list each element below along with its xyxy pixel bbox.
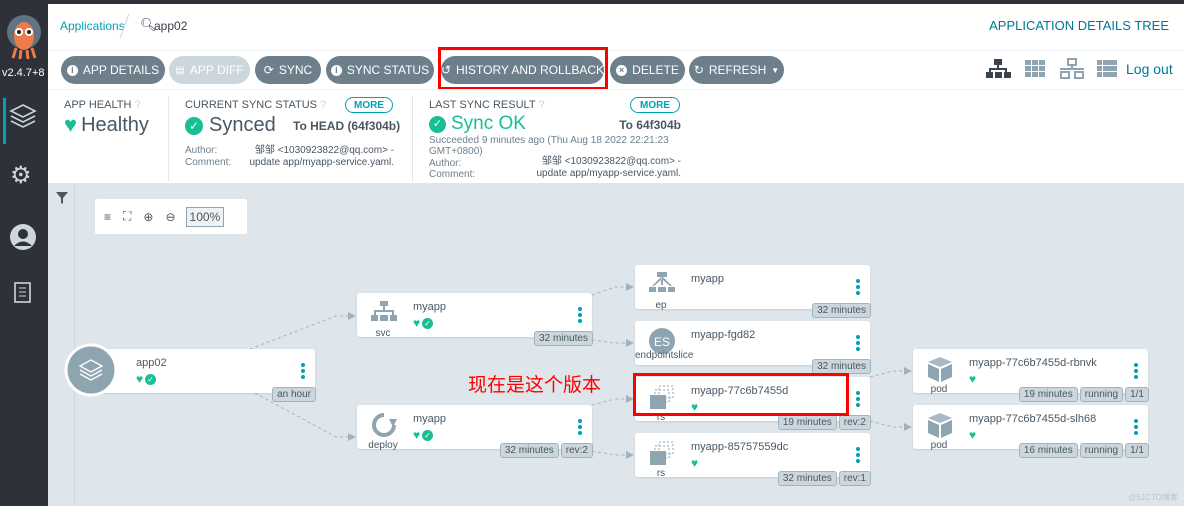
heart-icon: ♥ [136,372,144,386]
node-tag: 32 minutes [777,471,837,486]
node-status: ♥ ✓ [413,316,434,330]
node-tag: 16 minutes [1018,443,1078,458]
node-status: ♥ ✓ [413,428,434,442]
check-circle-icon: ✓ [422,317,434,329]
edge-svc-ep [591,283,634,296]
node-pod1[interactable]: pod myapp-77c6b7455d-rbnvk ♥ 19 minutes runn… [913,349,1149,402]
heart-icon: ♥ [413,428,421,442]
node-tag: running [1079,443,1124,458]
node-name: myapp-fgd82 [691,329,756,341]
node-kind: pod [930,440,948,451]
node-tag: 19 minutes [1018,387,1078,402]
pod-icon [928,357,952,382]
node-tag: 32 minutes [812,303,871,318]
edge-deploy-rs1 [591,395,634,406]
heart-icon: ♥ [413,316,421,330]
svc-icon [371,301,397,321]
node-app02[interactable]: app02 ♥ ✓ an hour [100,349,316,402]
node-tag: rev:1 [838,471,871,486]
node-tag: 32 minutes [812,359,871,374]
highlight-box-current-rs [633,373,849,416]
check-circle-icon: ✓ [422,429,434,441]
more-menu-icon[interactable] [856,279,860,297]
node-tag: rev:2 [838,415,871,430]
node-kind: pod [930,384,948,395]
node-tag: 1/1 [1125,443,1149,458]
check-circle-icon: ✓ [145,373,157,385]
age-tag: an hour [272,387,316,402]
more-menu-icon[interactable] [1134,419,1138,437]
node-tag: 19 minutes [777,415,837,430]
node-name: app02 [136,357,167,369]
node-tag: running [1079,387,1124,402]
node-rs2[interactable]: rs myapp-85757559dc ♥ 32 minutes rev:1 [635,433,871,486]
node-es[interactable]: ES endpointslice myapp-fgd82 32 minutes [635,321,871,374]
node-name: myapp [413,413,447,425]
node-svc[interactable]: svc myapp ♥ ✓ 32 minutes [357,293,593,346]
node-status: ♥ [969,429,976,441]
edge-rs1-pod2 [869,420,912,431]
rs-icon [650,441,674,465]
node-name: myapp [413,301,447,313]
edge-svc-es [591,339,634,347]
node-deploy[interactable]: deploy myapp ♥ ✓ 32 minutes rev:2 [357,405,593,458]
edge-rs1-pod1 [869,367,912,378]
annotation-text: 现在是这个版本 [468,375,602,396]
node-tag: 32 minutes [534,331,593,346]
edge-deploy-rs2 [591,450,634,459]
node-kind: endpointslice [635,350,694,361]
node-tag: rev:2 [560,443,593,458]
more-menu-icon[interactable] [856,335,860,353]
node-status: ♥ [691,457,698,469]
node-name: myapp [691,273,725,285]
heart-icon: ♥ [691,456,699,470]
edge-app-svc [249,312,356,350]
more-menu-icon[interactable] [301,363,305,381]
heart-icon: ♥ [969,372,977,386]
node-status: ♥ ✓ [136,372,157,386]
node-name: myapp-77c6b7455d-rbnvk [969,357,1097,369]
deploy-icon [372,413,397,437]
more-menu-icon[interactable] [856,447,860,465]
more-menu-icon[interactable] [578,307,582,325]
node-name: myapp-77c6b7455d-slh68 [969,413,1097,425]
more-menu-icon[interactable] [856,391,860,409]
node-kind: rs [656,468,666,479]
node-name: myapp-85757559dc [691,441,789,453]
node-kind: deploy [368,440,398,451]
node-kind: ep [655,300,667,311]
node-pod2[interactable]: pod myapp-77c6b7455d-slh68 ♥ 16 minutes runn… [913,405,1149,458]
node-status: ♥ [969,373,976,385]
heart-icon: ♥ [969,428,977,442]
app-layers-icon [64,343,118,397]
node-tag: 1/1 [1125,387,1149,402]
node-kind: svc [375,328,391,339]
more-menu-icon[interactable] [1134,363,1138,381]
node-tag: 32 minutes [499,443,559,458]
svg-text:ES: ES [654,335,670,349]
watermark: @51CTO博客 [1128,493,1178,502]
node-ep[interactable]: ep myapp 32 minutes [635,265,871,318]
pod-icon [928,413,952,438]
ep-icon [649,272,675,292]
more-menu-icon[interactable] [578,419,582,437]
